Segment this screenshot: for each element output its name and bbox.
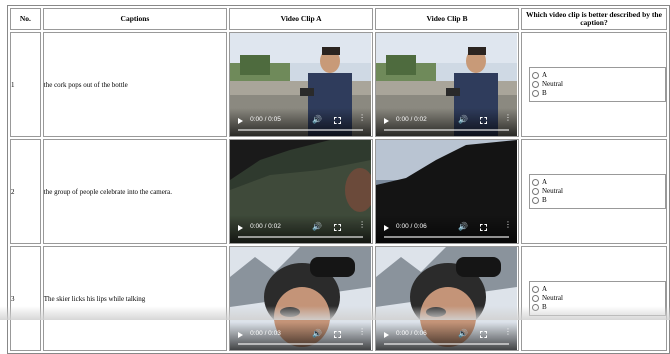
radio-icon[interactable] [531,295,539,302]
header-clip-a: Video Clip A [229,8,374,30]
video-time: 0:00 / 0:02 [250,223,281,230]
table-row: 3 The skier licks his lips while talking… [10,246,667,351]
header-clip-b: Video Clip B [375,8,519,30]
caption-text: The skier licks his lips while talking [42,246,228,351]
more-options-icon[interactable]: ⋮ [504,328,512,336]
header-question: Which video clip is better described by … [520,8,667,30]
radio-icon[interactable] [531,72,539,79]
video-controls: 0:00 / 0:05 🔊 ⋮ [230,108,372,136]
choice-a[interactable]: A [531,71,665,80]
radio-icon[interactable] [531,90,539,97]
caption-text: the cork pops out of the bottle [42,32,228,137]
progress-track[interactable] [238,236,364,238]
video-player-b[interactable]: 0:00 / 0:02 🔊 ⋮ [376,33,518,136]
choice-a[interactable]: A [531,285,665,294]
choice-neutral[interactable]: Neutral [531,294,665,303]
play-icon[interactable] [238,332,244,338]
choice-b[interactable]: B [531,196,665,205]
progress-track[interactable] [238,129,364,131]
video-controls: 0:00 / 0:03 🔊 ⋮ [230,322,372,350]
more-options-icon[interactable]: ⋮ [358,328,366,336]
row-number: 3 [10,246,41,351]
video-controls: 0:00 / 0:06 🔊 ⋮ [376,322,518,350]
fullscreen-icon[interactable] [480,331,488,338]
video-controls: 0:00 / 0:02 🔊 ⋮ [230,215,372,243]
progress-track[interactable] [384,129,510,131]
radio-icon[interactable] [531,197,539,204]
choice-neutral[interactable]: Neutral [531,187,665,196]
video-player-a[interactable]: 0:00 / 0:05 🔊 ⋮ [230,33,372,136]
video-time: 0:00 / 0:05 [250,116,281,123]
progress-track[interactable] [384,236,510,238]
volume-icon[interactable]: 🔊 [312,329,322,338]
table-row: 2 the group of people celebrate into the… [10,139,667,244]
video-time: 0:00 / 0:03 [250,330,281,337]
play-icon[interactable] [238,225,244,231]
play-icon[interactable] [384,118,390,124]
survey-table: No. Captions Video Clip A Video Clip B W… [7,5,670,354]
fullscreen-icon[interactable] [334,331,342,338]
video-controls: 0:00 / 0:02 🔊 ⋮ [376,108,518,136]
more-options-icon[interactable]: ⋮ [358,114,366,122]
video-controls: 0:00 / 0:06 🔊 ⋮ [376,215,518,243]
video-player-a[interactable]: 0:00 / 0:03 🔊 ⋮ [230,247,372,350]
video-time: 0:00 / 0:02 [396,116,427,123]
header-captions: Captions [42,8,228,30]
radio-icon[interactable] [531,286,539,293]
choice-a[interactable]: A [531,178,665,187]
volume-icon[interactable]: 🔊 [312,222,322,231]
row-number: 1 [10,32,41,137]
fullscreen-icon[interactable] [480,224,488,231]
choice-neutral[interactable]: Neutral [531,80,665,89]
header-no: No. [10,8,41,30]
video-player-a[interactable]: 0:00 / 0:02 🔊 ⋮ [230,140,372,243]
fullscreen-icon[interactable] [334,224,342,231]
progress-track[interactable] [238,343,364,345]
more-options-icon[interactable]: ⋮ [358,221,366,229]
more-options-icon[interactable]: ⋮ [504,114,512,122]
volume-icon[interactable]: 🔊 [458,115,468,124]
bottom-fade-overlay [0,306,670,320]
radio-icon[interactable] [531,188,539,195]
volume-icon[interactable]: 🔊 [312,115,322,124]
caption-text: the group of people celebrate into the c… [42,139,228,244]
choice-group: A Neutral B [528,174,666,209]
fullscreen-icon[interactable] [334,117,342,124]
table-row: 1 the cork pops out of the bottle 0:00 /… [10,32,667,137]
more-options-icon[interactable]: ⋮ [504,221,512,229]
radio-icon[interactable] [531,81,539,88]
video-player-b[interactable]: 0:00 / 0:06 🔊 ⋮ [376,247,518,350]
volume-icon[interactable]: 🔊 [458,329,468,338]
volume-icon[interactable]: 🔊 [458,222,468,231]
play-icon[interactable] [384,332,390,338]
choice-group: A Neutral B [528,67,666,102]
header-row: No. Captions Video Clip A Video Clip B W… [10,8,667,30]
choice-b[interactable]: B [531,89,665,98]
video-time: 0:00 / 0:06 [396,330,427,337]
play-icon[interactable] [384,225,390,231]
radio-icon[interactable] [531,179,539,186]
video-player-b[interactable]: 0:00 / 0:06 🔊 ⋮ [376,140,518,243]
progress-track[interactable] [384,343,510,345]
video-time: 0:00 / 0:06 [396,223,427,230]
fullscreen-icon[interactable] [480,117,488,124]
play-icon[interactable] [238,118,244,124]
row-number: 2 [10,139,41,244]
